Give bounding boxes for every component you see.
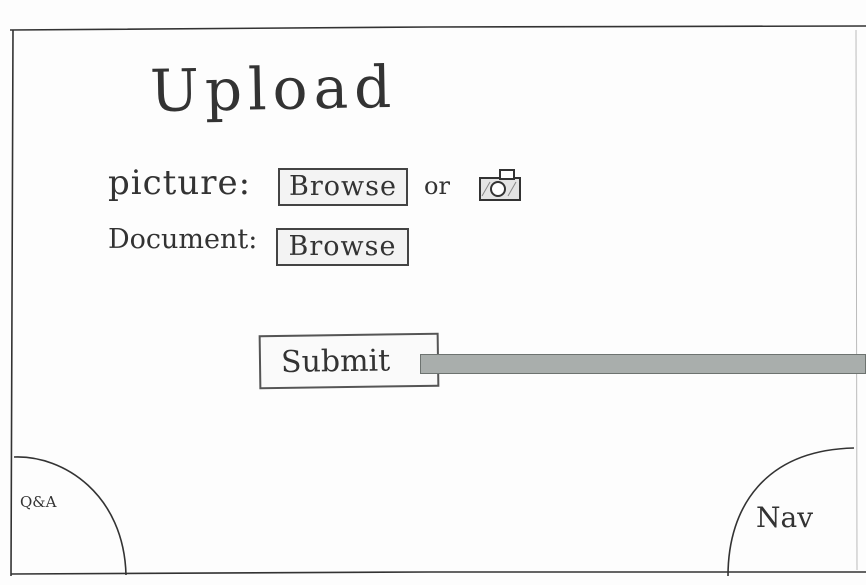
qa-label: Q&A (20, 493, 57, 511)
document-browse-button[interactable]: Browse (276, 228, 409, 266)
camera-button[interactable] (478, 166, 524, 204)
camera-icon (479, 169, 521, 201)
document-label: Document: (108, 224, 258, 255)
or-text: or (424, 172, 450, 200)
qa-corner-shape (13, 456, 127, 576)
picture-browse-button[interactable]: Browse (278, 168, 408, 206)
picture-label: picture: (108, 163, 252, 203)
submit-button[interactable]: Submit (258, 332, 440, 390)
nav-label: Nav (756, 501, 814, 534)
qa-button[interactable] (13, 455, 128, 576)
page-title: Upload (149, 52, 398, 126)
submit-callout-bar (420, 354, 866, 374)
